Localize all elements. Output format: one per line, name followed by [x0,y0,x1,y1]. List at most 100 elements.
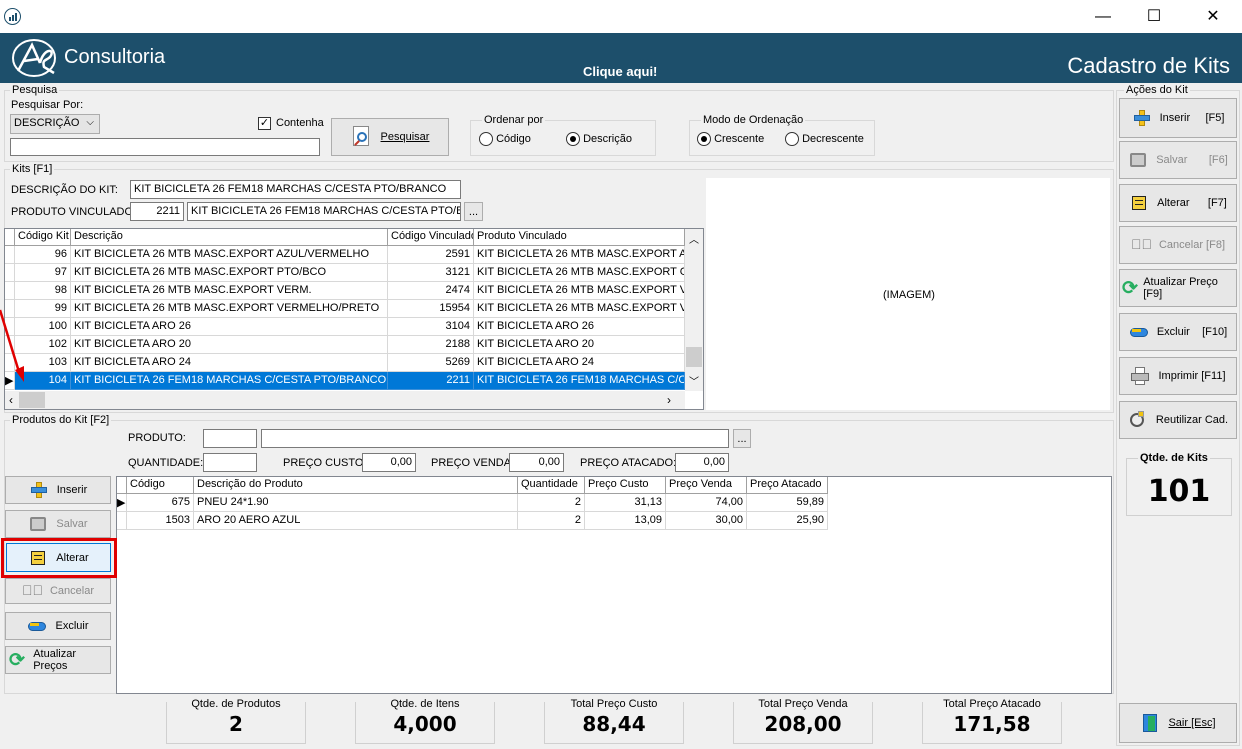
table-cell[interactable]: 2211 [388,372,474,390]
quantity-input[interactable] [203,453,257,472]
product-name-input[interactable] [261,429,729,448]
table-cell[interactable]: 2591 [388,246,474,264]
table-cell[interactable]: KIT BICICLETA 26 MTB MASC.EXPORT VERI [474,300,685,318]
column-header[interactable]: Código Vinculado [388,229,474,246]
column-header[interactable]: Preço Venda [666,477,747,494]
product-cancel-label: Cancelar [49,585,95,597]
wholesale-price-input[interactable]: 0,00 [675,453,729,472]
contains-checkbox[interactable]: ✓ [258,117,271,130]
kit-update-price-button[interactable]: ⟳ Atualizar Preço [F9] [1119,269,1237,307]
minimize-button[interactable]: — [1080,0,1126,33]
table-cell[interactable]: KIT BICICLETA 26 MTB MASC.EXPORT VERM. [71,282,388,300]
vertical-scrollbar[interactable]: ︿ ﹀ [685,229,703,391]
table-cell[interactable]: 2474 [388,282,474,300]
column-header[interactable]: Código Kit [15,229,71,246]
table-cell[interactable]: 30,00 [666,512,747,530]
table-cell[interactable]: 96 [15,246,71,264]
table-cell[interactable]: 675 [127,494,194,512]
column-header[interactable]: Quantidade [518,477,585,494]
order-desc-radio[interactable]: Descrição [566,132,632,146]
close-button[interactable]: ✕ [1190,0,1236,33]
product-save-button[interactable]: Salvar [5,510,111,538]
kit-save-button[interactable]: Salvar [F6] [1119,141,1237,179]
product-cancel-button[interactable]: ✗⃝ Cancelar [5,578,111,604]
table-cell[interactable]: ARO 20 AERO AZUL [194,512,518,530]
mode-desc-radio[interactable]: Decrescente [785,132,864,146]
table-cell[interactable]: KIT BICICLETA ARO 24 [474,354,685,372]
maximize-button[interactable]: ☐ [1131,0,1177,33]
table-cell[interactable]: 2 [518,494,585,512]
table-cell[interactable]: KIT BICICLETA 26 FEM18 MARCHAS C/CES [474,372,685,390]
column-header[interactable]: Descrição [71,229,388,246]
table-cell[interactable]: KIT BICICLETA ARO 20 [474,336,685,354]
table-cell[interactable]: KIT BICICLETA 26 FEM18 MARCHAS C/CESTA P… [71,372,388,390]
chevron-down-icon[interactable]: ﹀ [689,373,699,388]
cost-price-input[interactable]: 0,00 [362,453,416,472]
kit-insert-button[interactable]: Inserir [F5] [1119,98,1237,138]
table-cell[interactable]: KIT BICICLETA 26 MTB MASC.EXPORT VERMELH… [71,300,388,318]
table-cell[interactable]: 3104 [388,318,474,336]
search-input[interactable] [10,138,320,156]
table-cell[interactable]: KIT BICICLETA ARO 20 [71,336,388,354]
product-code-input[interactable] [203,429,257,448]
order-code-radio[interactable]: Código [479,132,531,146]
column-header[interactable]: Preço Atacado [747,477,828,494]
table-cell[interactable]: 13,09 [585,512,666,530]
table-cell[interactable]: 97 [15,264,71,282]
column-header[interactable]: Produto Vinculado [474,229,685,246]
table-cell[interactable]: 15954 [388,300,474,318]
kit-description-input[interactable]: KIT BICICLETA 26 FEM18 MARCHAS C/CESTA P… [130,180,461,199]
chevron-right-icon[interactable]: › [667,393,671,407]
linked-product-code[interactable]: 2211 [130,202,184,221]
column-header[interactable]: Preço Custo [585,477,666,494]
table-cell[interactable]: 59,89 [747,494,828,512]
table-cell[interactable]: 1503 [127,512,194,530]
table-cell[interactable]: 2 [518,512,585,530]
chevron-left-icon[interactable]: ‹ [9,393,13,407]
chevron-up-icon[interactable]: ︿ [689,231,699,246]
kit-print-button[interactable]: Imprimir [F11] [1119,357,1237,395]
products-table[interactable]: Código Descrição do Produto Quantidade P… [116,476,1112,694]
table-cell[interactable]: KIT BICICLETA 26 MTB MASC.EXPORT GRA [474,264,685,282]
search-by-select[interactable]: DESCRIÇÃO ⌵ [10,114,100,134]
column-header[interactable]: Código [127,477,194,494]
kit-cancel-button[interactable]: ✗⃝ Cancelar [F8] [1119,226,1237,264]
table-cell[interactable]: 25,90 [747,512,828,530]
table-cell[interactable]: 5269 [388,354,474,372]
table-cell[interactable]: 74,00 [666,494,747,512]
kit-reuse-button[interactable]: Reutilizar Cad. [1119,401,1237,439]
product-insert-button[interactable]: Inserir [5,476,111,504]
table-cell[interactable]: KIT BICICLETA 26 MTB MASC.EXPORT VERI [474,282,685,300]
product-delete-button[interactable]: Excluir [5,612,111,640]
kit-delete-button[interactable]: Excluir [F10] [1119,313,1237,351]
click-here-link[interactable]: Clique aqui! [583,64,657,79]
table-cell[interactable]: KIT BICICLETA 26 MTB MASC.EXPORT PTO/BCO [71,264,388,282]
horizontal-scrollbar[interactable]: ‹ › [5,391,685,409]
product-edit-button[interactable]: Alterar [6,543,111,572]
table-cell[interactable]: KIT BICICLETA ARO 26 [474,318,685,336]
column-header[interactable]: Descrição do Produto [194,477,518,494]
magnifier-icon [351,126,373,148]
kit-edit-button[interactable]: Alterar [F7] [1119,184,1237,222]
kits-table[interactable]: Código Kit Descrição Código Vinculado Pr… [4,228,704,410]
table-cell[interactable]: PNEU 24*1.90 [194,494,518,512]
table-cell[interactable]: KIT BICICLETA ARO 26 [71,318,388,336]
scrollbar-thumb[interactable] [686,347,702,367]
table-cell[interactable]: KIT BICICLETA 26 MTB MASC.EXPORT AZUL/VE… [71,246,388,264]
linked-product-name[interactable]: KIT BICICLETA 26 FEM18 MARCHAS C/CESTA P… [187,202,461,221]
table-cell[interactable]: 31,13 [585,494,666,512]
table-cell[interactable]: 98 [15,282,71,300]
table-cell[interactable]: KIT BICICLETA 26 MTB MASC.EXPORT AZU [474,246,685,264]
linked-product-lookup-button[interactable]: ... [464,202,483,221]
total-items-label: Qtde. de Itens [356,698,494,710]
sale-price-input[interactable]: 0,00 [509,453,564,472]
exit-button[interactable]: Sair [Esc] [1119,703,1237,743]
mode-asc-radio[interactable]: Crescente [697,132,764,146]
scrollbar-thumb[interactable] [19,392,45,408]
product-update-prices-button[interactable]: ⟳ Atualizar Preços [5,646,111,674]
table-cell[interactable]: KIT BICICLETA ARO 24 [71,354,388,372]
table-cell[interactable]: 2188 [388,336,474,354]
search-button[interactable]: Pesquisar [331,118,449,156]
product-lookup-button[interactable]: ... [733,429,751,448]
table-cell[interactable]: 3121 [388,264,474,282]
